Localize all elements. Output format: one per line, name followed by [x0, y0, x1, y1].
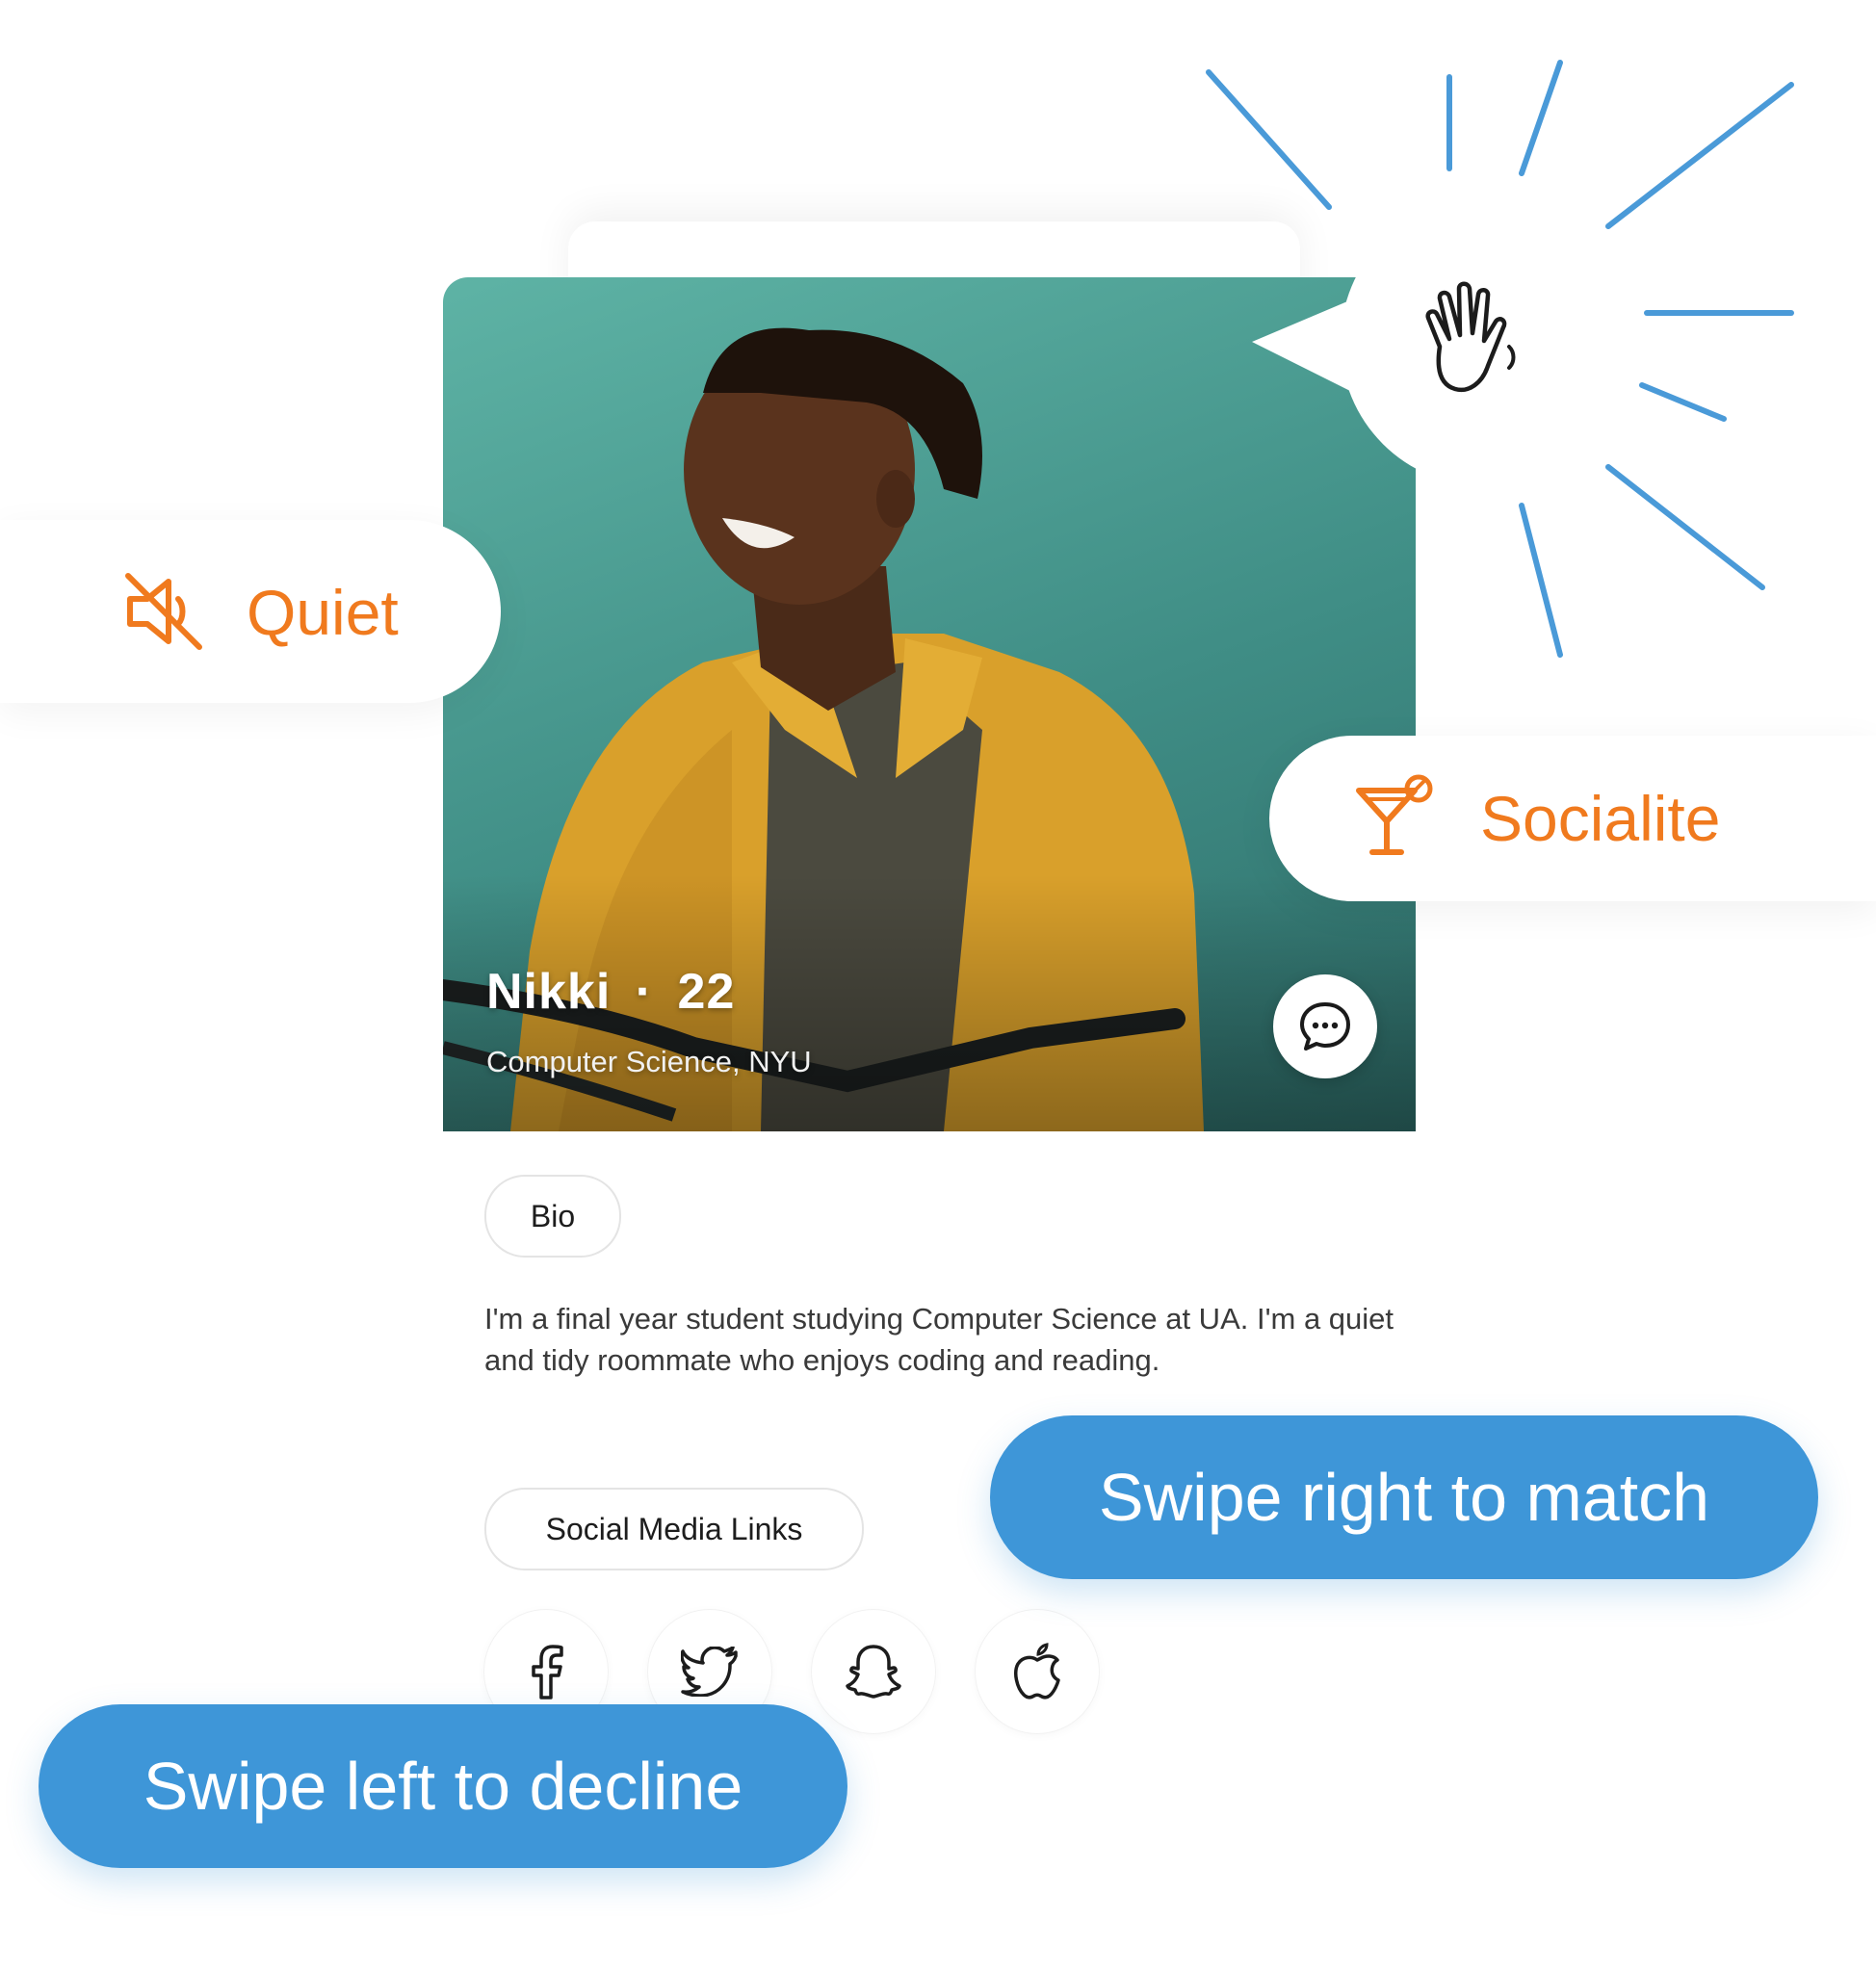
apple-icon [1014, 1643, 1060, 1700]
muted-speaker-icon [125, 573, 202, 650]
ray [1605, 82, 1794, 229]
profile-name-age: Nikki · 22 [486, 963, 735, 1021]
cocktail-icon [1356, 774, 1433, 855]
social-media-links-tab[interactable]: Social Media Links [484, 1488, 864, 1570]
ray [1519, 503, 1563, 658]
snapchat-button[interactable] [812, 1610, 935, 1733]
chat-bubble-icon [1300, 1002, 1350, 1051]
profile-subtitle: Computer Science, NYU [486, 1045, 812, 1078]
bio-tab[interactable]: Bio [484, 1175, 621, 1258]
stage: Nikki · 22 Computer Science, NYU Bio I'm… [0, 0, 1876, 1972]
ray [1639, 382, 1727, 422]
trait-label-quiet: Quiet [247, 577, 399, 648]
profile-name: Nikki [486, 964, 612, 1020]
chat-button[interactable] [1273, 974, 1377, 1078]
twitter-icon [681, 1647, 738, 1697]
name-separator: · [635, 964, 654, 1020]
ray [1605, 464, 1765, 590]
trait-label-socialite: Socialite [1480, 783, 1721, 854]
facebook-icon [532, 1645, 563, 1700]
snapchat-icon [846, 1645, 901, 1699]
waving-hand-icon [1425, 281, 1516, 393]
profile-age: 22 [677, 964, 736, 1020]
ray [1519, 60, 1563, 176]
swipe-right-button[interactable]: Swipe right to match [990, 1415, 1818, 1579]
bio-text: I'm a final year student studying Comput… [484, 1302, 1394, 1377]
swipe-left-button[interactable]: Swipe left to decline [39, 1704, 847, 1868]
apple-button[interactable] [976, 1610, 1099, 1733]
ray [1206, 69, 1332, 210]
